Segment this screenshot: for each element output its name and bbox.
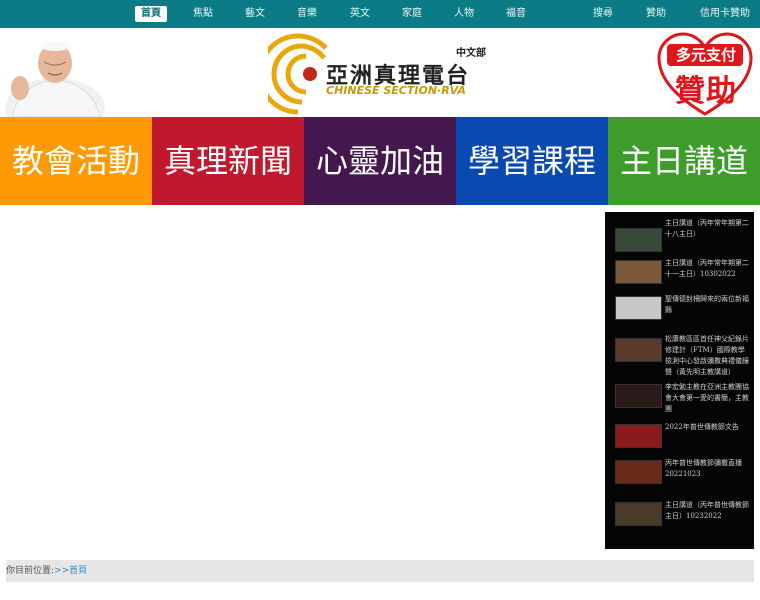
nav-item-gospel[interactable]: 福音: [501, 6, 531, 22]
news-title[interactable]: 主日講道（丙年普世傳教節主日）10232022: [665, 500, 751, 522]
category-spiritual-boost[interactable]: 心靈加油: [304, 117, 456, 205]
nav-item-search[interactable]: 搜尋: [588, 6, 618, 22]
category-sunday-sermon[interactable]: 主日講道: [608, 117, 760, 205]
nav-item-donate[interactable]: 贊助: [641, 6, 671, 22]
donate-label[interactable]: 贊助: [658, 66, 754, 110]
video-thumbnail[interactable]: [615, 424, 662, 448]
video-thumbnail[interactable]: [615, 338, 662, 362]
video-thumbnail[interactable]: [615, 260, 662, 284]
logo-subtitle: CHINESE SECTION·RVA: [326, 84, 466, 97]
breadcrumb: 你目前位置:>>首頁: [6, 560, 754, 582]
nav-item-english[interactable]: 英文: [345, 6, 375, 22]
news-title[interactable]: 2022年普世傳教節文告: [665, 422, 751, 433]
video-thumbnail[interactable]: [615, 384, 662, 408]
video-thumbnail[interactable]: [615, 228, 662, 252]
video-thumbnail[interactable]: [615, 460, 662, 484]
nav-item-family[interactable]: 家庭: [397, 6, 427, 22]
news-title[interactable]: 李宏勉主教在亞洲主教團協會大會第一愛的書簡，主教團: [665, 382, 751, 415]
category-church-events[interactable]: 教會活動: [0, 117, 152, 205]
category-truth-news[interactable]: 真理新聞: [152, 117, 304, 205]
nav-item-focus[interactable]: 焦點: [188, 6, 218, 22]
video-thumbnail[interactable]: [615, 502, 662, 526]
site-header: 亞洲真理電台 CHINESE SECTION·RVA 中文部 多元支付 贊助: [0, 28, 760, 117]
news-title[interactable]: 丙年普世傳教節彌撒直播20221023: [665, 458, 751, 480]
news-title[interactable]: 松康教區區首任神父紀錄片修建計（FTM）國際教學檢測中心發啟彌撒典禮儀鐘聲（黃先…: [665, 334, 751, 378]
news-title[interactable]: 主日講道（丙年常年期第二十八主日）: [665, 218, 751, 240]
news-title[interactable]: 主日講道（丙年常年期第二十一主日）10302022: [665, 258, 751, 280]
nav-item-arts[interactable]: 藝文: [240, 6, 270, 22]
news-title[interactable]: 聖傳德封柵歸來的兩位新福縣: [665, 294, 751, 316]
video-thumbnail[interactable]: [615, 296, 662, 320]
pope-photo: [0, 28, 110, 117]
donate-label-top[interactable]: 多元支付: [667, 44, 745, 65]
nav-item-home[interactable]: 首頁: [135, 6, 167, 22]
nav-item-people[interactable]: 人物: [449, 6, 479, 22]
category-bar: 教會活動 真理新聞 心靈加油 學習課程 主日講道: [0, 117, 760, 205]
top-nav: 首頁 焦點 藝文 音樂 英文 家庭 人物 福音 搜尋 贊助 信用卡贊助: [0, 0, 760, 28]
radio-waves-icon: [268, 33, 328, 115]
news-sidebar: 主日講道（丙年常年期第二十八主日） 主日講道（丙年常年期第二十一主日）10302…: [605, 212, 754, 549]
logo-dept: 中文部: [456, 48, 486, 59]
nav-item-credit-card-donate[interactable]: 信用卡贊助: [695, 6, 755, 22]
nav-item-music[interactable]: 音樂: [292, 6, 322, 22]
category-learning-courses[interactable]: 學習課程: [456, 117, 608, 205]
rva-logo[interactable]: 亞洲真理電台 CHINESE SECTION·RVA 中文部: [268, 28, 508, 117]
breadcrumb-home-link[interactable]: 首頁: [69, 566, 87, 576]
breadcrumb-prefix: 你目前位置:: [6, 566, 55, 576]
breadcrumb-separator: >>: [54, 566, 70, 576]
